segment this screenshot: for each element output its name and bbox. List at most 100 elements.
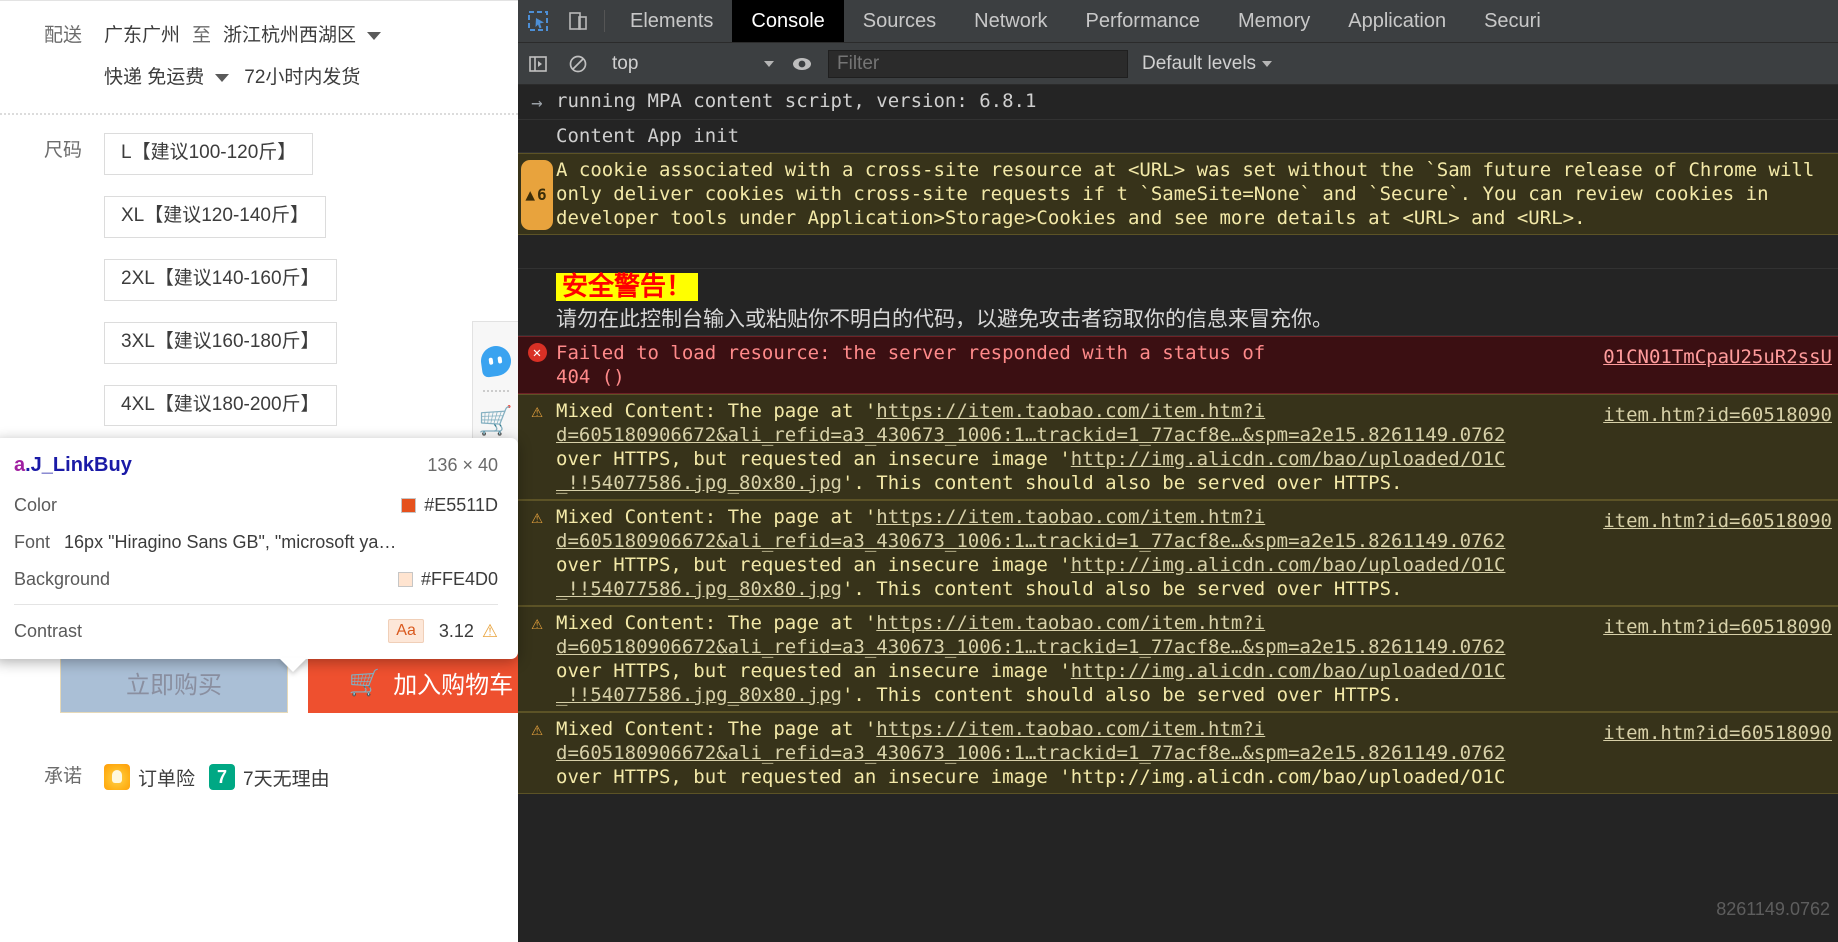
inspected-element-selector: a.J_LinkBuy — [14, 454, 132, 477]
devtools-tabbar: Elements Console Sources Network Perform… — [518, 0, 1838, 43]
delivery-method-row[interactable]: 快递 免运费 72小时内发货 — [104, 61, 518, 95]
console-message-source-link[interactable]: 01CN01TmCpaU25uR2ssU — [1603, 345, 1832, 369]
tab-sources[interactable]: Sources — [844, 0, 955, 42]
promise-item-label: 订单险 — [138, 764, 195, 791]
live-expression-icon[interactable] — [782, 53, 822, 75]
tab-memory[interactable]: Memory — [1219, 0, 1329, 42]
chevron-down-icon[interactable] — [367, 32, 381, 40]
execution-context-value: top — [612, 53, 638, 75]
image-url-link[interactable]: http://img.alicdn.com/bao/uploaded/O1C — [1071, 448, 1506, 470]
page-url-link-cont[interactable]: d=605180906672&ali_refid=a3_430673_1006:… — [556, 636, 1505, 658]
security-warning-description: 请勿在此控制台输入或粘贴你不明白的代码，以避免攻击者窃取你的信息来冒充你。 — [556, 301, 1838, 331]
seven-day-return-icon: 7 — [209, 764, 235, 790]
page-url-link-cont[interactable]: d=605180906672&ali_refid=a3_430673_1006:… — [556, 530, 1505, 552]
warning-count-badge[interactable]: ▲6 — [521, 160, 552, 230]
page-url-link[interactable]: https://item.taobao.com/item.htm?i — [876, 400, 1265, 422]
warning-triangle-icon: ⚠ — [482, 621, 498, 642]
chat-widget-button[interactable] — [474, 332, 518, 390]
delivery-route-row[interactable]: 广东广州 至 浙江杭州西湖区 — [104, 19, 518, 53]
size-option-xl[interactable]: XL【建议120-140斤】 — [104, 196, 326, 238]
warning-triangle-icon: ⚠ — [531, 613, 542, 707]
contrast-value: 3.12 — [432, 621, 474, 642]
console-message-security-warning: 安全警告！ 请勿在此控制台输入或粘贴你不明白的代码，以避免攻击者窃取你的信息来冒… — [518, 269, 1838, 336]
color-value: #E5511D — [424, 495, 498, 516]
log-level-selector[interactable]: Default levels — [1142, 53, 1272, 75]
console-message-source-link[interactable]: item.htm?id=60518090 — [1603, 403, 1832, 427]
console-message-text: Content App init — [556, 124, 1838, 148]
size-option-3xl[interactable]: 3XL【建议160-180斤】 — [104, 322, 337, 364]
mixed-prefix: Mixed Content: The page at ' — [556, 612, 876, 634]
add-to-cart-label: 加入购物车 — [393, 665, 513, 700]
image-url-link[interactable]: http://img.alicdn.com/bao/uploaded/O1C — [1071, 554, 1506, 576]
inspect-element-icon[interactable] — [518, 0, 558, 42]
warning-count: 6 — [537, 185, 547, 205]
error-icon: ✕ — [528, 343, 547, 362]
security-warning-banner: 安全警告！ — [556, 273, 698, 301]
chevron-down-icon[interactable] — [215, 74, 229, 82]
promise-section: 承诺 订单险 7 7天无理由 — [0, 763, 330, 791]
console-message-source-link[interactable]: item.htm?id=60518090 — [1603, 615, 1832, 639]
contrast-label: Contrast — [14, 621, 82, 642]
tooltip-font-row: Font 16px "Hiragino Sans GB", "microsoft… — [14, 524, 498, 561]
size-option-4xl[interactable]: 4XL【建议180-200斤】 — [104, 385, 337, 427]
console-message-warning[interactable]: ⚠ Mixed Content: The page at 'https://it… — [518, 394, 1838, 500]
page-url-link[interactable]: https://item.taobao.com/item.htm?i — [876, 718, 1265, 740]
page-url-link[interactable]: https://item.taobao.com/item.htm?i — [876, 612, 1265, 634]
size-option-l[interactable]: L【建议100-120斤】 — [104, 133, 313, 175]
tooltip-pointer — [279, 658, 307, 672]
mixed-mid: over HTTPS, but requested an insecure im… — [556, 554, 1071, 576]
console-message-log[interactable]: → running MPA content script, version: 6… — [518, 85, 1838, 120]
image-url-link-cont[interactable]: _!!54077586.jpg_80x80.jpg — [556, 578, 842, 600]
tooltip-color-row: Color #E5511D — [14, 487, 498, 524]
promise-order-insurance[interactable]: 订单险 — [104, 764, 195, 791]
tab-elements[interactable]: Elements — [611, 0, 732, 42]
size-label: 尺码 — [0, 129, 104, 173]
mixed-prefix: Mixed Content: The page at ' — [556, 506, 876, 528]
mixed-prefix: Mixed Content: The page at ' — [556, 400, 876, 422]
shopping-cart-icon: 🛒 — [349, 669, 381, 695]
promise-seven-day-return[interactable]: 7 7天无理由 — [209, 764, 330, 791]
console-message-source-link[interactable]: item.htm?id=60518090 — [1603, 721, 1832, 745]
tab-console[interactable]: Console — [732, 0, 843, 42]
tab-security[interactable]: Securi — [1465, 0, 1560, 42]
watermark: 8261149.0762 — [1716, 899, 1830, 920]
console-message-log[interactable]: Content App init — [518, 120, 1838, 153]
image-url-link-cont[interactable]: _!!54077586.jpg_80x80.jpg — [556, 684, 842, 706]
size-option-2xl[interactable]: 2XL【建议140-160斤】 — [104, 259, 337, 301]
promise-label: 承诺 — [0, 763, 104, 791]
page-url-link-cont[interactable]: d=605180906672&ali_refid=a3_430673_1006:… — [556, 742, 1505, 764]
console-message-source-link[interactable]: item.htm?id=60518090 — [1603, 509, 1832, 533]
chevron-down-icon — [764, 61, 774, 67]
delivery-to-prefix: 至 — [192, 19, 211, 53]
image-url-link[interactable]: http://img.alicdn.com/bao/uploaded/O1C — [1071, 660, 1506, 682]
console-message-list[interactable]: → running MPA content script, version: 6… — [518, 85, 1838, 942]
mixed-mid: over HTTPS, but requested an insecure im… — [556, 660, 1071, 682]
execution-context-selector[interactable]: top — [604, 49, 782, 79]
delivery-method: 快递 免运费 — [104, 61, 204, 95]
tooltip-contrast-row: Contrast Aa 3.12 ⚠ — [14, 605, 498, 655]
console-message-warning[interactable]: ⚠ Mixed Content: The page at 'https://it… — [518, 712, 1838, 794]
console-message-warning[interactable]: ⚠ Mixed Content: The page at 'https://it… — [518, 500, 1838, 606]
console-sidebar-icon[interactable] — [518, 54, 558, 74]
mixed-mid: over HTTPS, but requested an insecure im… — [556, 448, 1071, 470]
tooltip-header: a.J_LinkBuy 136 × 40 — [14, 448, 498, 487]
console-message-warning[interactable]: ⚠ Mixed Content: The page at 'https://it… — [518, 606, 1838, 712]
promise-item-label: 7天无理由 — [243, 764, 330, 791]
console-message-error[interactable]: ✕ Failed to load resource: the server re… — [518, 336, 1838, 394]
console-filter-input[interactable] — [828, 50, 1128, 78]
page-url-link-cont[interactable]: d=605180906672&ali_refid=a3_430673_1006:… — [556, 424, 1505, 446]
tab-application[interactable]: Application — [1329, 0, 1465, 42]
warning-triangle-icon: ⚠ — [531, 719, 542, 789]
clear-console-icon[interactable] — [558, 54, 598, 74]
buy-now-button[interactable]: 立即购买 — [60, 651, 288, 713]
delivery-label: 配送 — [0, 19, 104, 53]
add-to-cart-button[interactable]: 🛒 加入购物车 — [308, 651, 518, 713]
image-url-link-cont[interactable]: _!!54077586.jpg_80x80.jpg — [556, 472, 842, 494]
background-label: Background — [14, 569, 110, 590]
tab-network[interactable]: Network — [955, 0, 1066, 42]
device-toolbar-icon[interactable] — [558, 0, 598, 42]
element-class: .J_LinkBuy — [25, 454, 132, 476]
tab-performance[interactable]: Performance — [1067, 0, 1220, 42]
page-url-link[interactable]: https://item.taobao.com/item.htm?i — [876, 506, 1265, 528]
console-message-warning[interactable]: ▲6 A cookie associated with a cross-site… — [518, 153, 1838, 235]
